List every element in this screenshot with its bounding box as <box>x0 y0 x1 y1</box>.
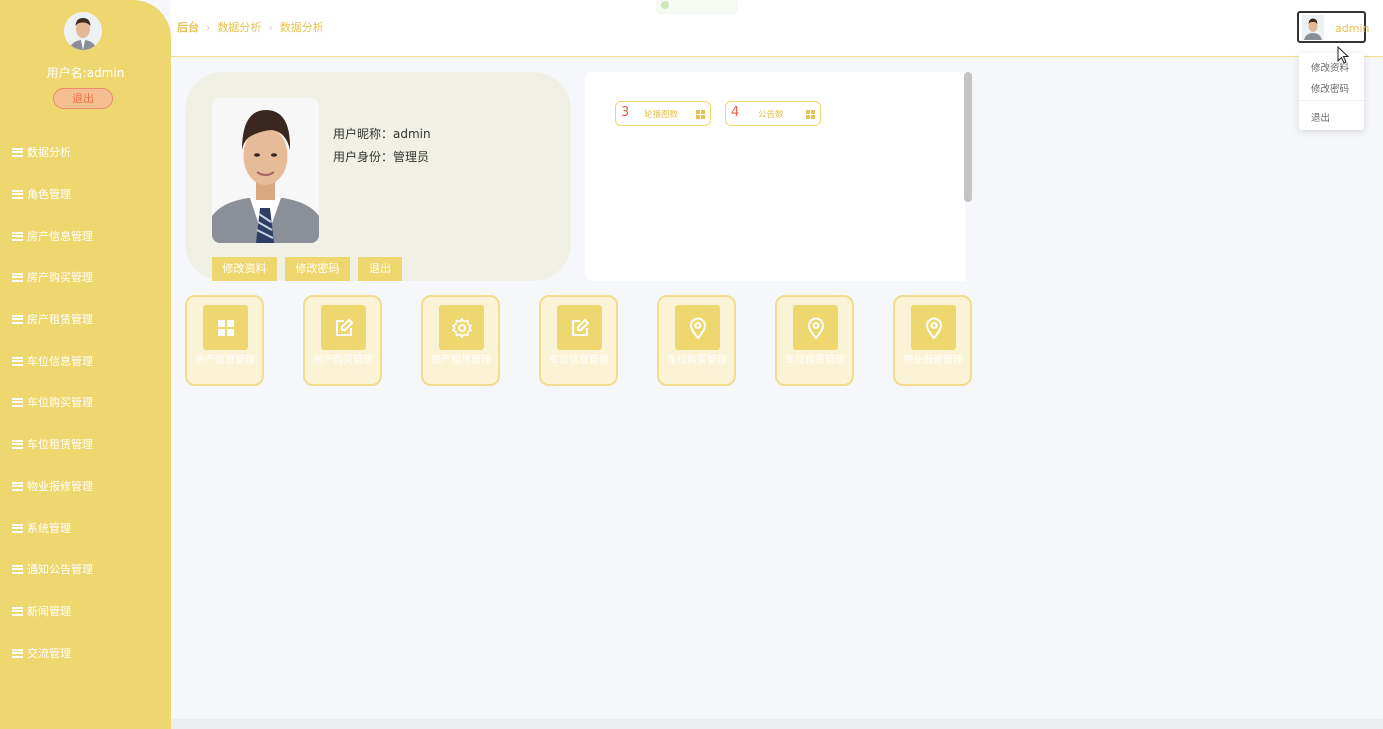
tile-label: 车位租赁管理 <box>785 355 845 366</box>
list-icon <box>12 314 23 324</box>
sidebar-item-system[interactable]: 系统管理 <box>12 518 71 538</box>
avatar <box>1302 15 1324 40</box>
tile-parking-info[interactable]: 车位信息管理 <box>539 295 618 386</box>
chevron-right-icon: › <box>268 20 273 34</box>
dropdown-logout[interactable]: 退出 <box>1311 110 1330 124</box>
breadcrumb: 后台 › 数据分析 › 数据分析 <box>177 19 324 35</box>
sidebar-item-roles[interactable]: 角色管理 <box>12 184 71 204</box>
tile-property-info[interactable]: 房产信息管理 <box>185 295 264 386</box>
edit-icon <box>321 305 366 350</box>
divider <box>1299 100 1364 101</box>
list-icon <box>12 564 23 574</box>
breadcrumb-current: 数据分析 <box>279 21 324 34</box>
sidebar-item-data-analysis[interactable]: 数据分析 <box>12 142 71 162</box>
profile-role: 用户身份：管理员 <box>333 150 430 164</box>
list-icon <box>12 147 23 157</box>
edit-icon <box>557 305 602 350</box>
sidebar-username: 用户名:admin <box>46 66 125 80</box>
sidebar-item-property-rental[interactable]: 房产租赁管理 <box>12 309 93 329</box>
sidebar-item-parking-purchase[interactable]: 车位购买管理 <box>12 392 93 412</box>
tile-property-purchase[interactable]: 房产购买管理 <box>303 295 382 386</box>
stats-card: 3 轮播图数 4 公告数 <box>585 72 965 281</box>
profile-photo <box>212 98 319 243</box>
sidebar-item-label: 角色管理 <box>27 188 71 201</box>
edit-profile-button[interactable]: 修改资料 <box>212 257 277 281</box>
sidebar-item-label: 车位购买管理 <box>27 396 93 409</box>
sidebar-item-label: 通知公告管理 <box>27 563 93 576</box>
list-icon <box>12 397 23 407</box>
sidebar-logout-button[interactable]: 退出 <box>53 88 113 109</box>
grid-icon <box>203 305 248 350</box>
tile-label: 房产信息管理 <box>195 355 255 366</box>
change-password-button[interactable]: 修改密码 <box>285 257 350 281</box>
stat-value: 3 <box>621 105 630 120</box>
stat-value: 4 <box>731 105 740 120</box>
stat-carousel-count[interactable]: 3 轮播图数 <box>615 101 711 126</box>
sidebar-item-property-info[interactable]: 房产信息管理 <box>12 226 93 246</box>
list-icon <box>12 606 23 616</box>
sidebar: 用户名:admin 退出 数据分析 角色管理 房产信息管理 房产购买管理 房产租… <box>0 0 171 729</box>
chevron-right-icon: › <box>206 20 211 34</box>
breadcrumb-home[interactable]: 后台 <box>177 19 199 35</box>
toast-message <box>656 0 738 14</box>
stat-label: 公告数 <box>758 110 784 120</box>
breadcrumb-item[interactable]: 数据分析 <box>217 19 261 35</box>
sidebar-item-label: 数据分析 <box>27 146 71 159</box>
user-menu-name: admin <box>1335 22 1370 35</box>
tile-repairs[interactable]: 物业报修管理 <box>893 295 972 386</box>
sidebar-item-forum[interactable]: 交流管理 <box>12 643 71 663</box>
tile-property-rental[interactable]: 房产租赁管理 <box>421 295 500 386</box>
sidebar-item-label: 新闻管理 <box>27 605 71 618</box>
logout-button[interactable]: 退出 <box>358 257 402 281</box>
sidebar-item-parking-rental[interactable]: 车位租赁管理 <box>12 434 93 454</box>
grid-icon <box>696 110 705 119</box>
stat-notice-count[interactable]: 4 公告数 <box>725 101 821 126</box>
location-pin-icon <box>675 305 720 350</box>
tile-label: 车位信息管理 <box>549 355 609 366</box>
grid-icon <box>806 110 815 119</box>
list-icon <box>12 523 23 533</box>
sidebar-item-label: 房产租赁管理 <box>27 313 93 326</box>
list-icon <box>12 356 23 366</box>
sidebar-item-property-purchase[interactable]: 房产购买管理 <box>12 267 93 287</box>
stat-label: 轮播图数 <box>644 110 679 120</box>
tile-label: 车位购买管理 <box>667 355 727 366</box>
sidebar-item-repairs[interactable]: 物业报修管理 <box>12 476 93 496</box>
avatar[interactable] <box>64 12 102 50</box>
list-icon <box>12 272 23 282</box>
tile-label: 物业报修管理 <box>903 355 963 366</box>
tile-label: 房产租赁管理 <box>431 355 491 366</box>
tile-parking-rental[interactable]: 车位租赁管理 <box>775 295 854 386</box>
bottom-scrollbar-track <box>171 719 1383 729</box>
tile-label: 房产购买管理 <box>313 355 373 366</box>
location-pin-icon <box>793 305 838 350</box>
user-dropdown-menu: 修改资料 修改密码 退出 <box>1299 53 1364 130</box>
sidebar-item-label: 房产购买管理 <box>27 271 93 284</box>
top-header: 后台 › 数据分析 › 数据分析 <box>171 0 1383 57</box>
dropdown-change-password[interactable]: 修改密码 <box>1311 81 1349 95</box>
sidebar-item-label: 房产信息管理 <box>27 230 93 243</box>
sidebar-item-label: 系统管理 <box>27 522 71 535</box>
list-icon <box>12 439 23 449</box>
list-icon <box>12 189 23 199</box>
gear-icon <box>439 305 484 350</box>
location-pin-icon <box>911 305 956 350</box>
sidebar-item-label: 物业报修管理 <box>27 480 93 493</box>
sidebar-item-label: 交流管理 <box>27 647 71 660</box>
sidebar-item-parking-info[interactable]: 车位信息管理 <box>12 351 93 371</box>
tile-parking-purchase[interactable]: 车位购买管理 <box>657 295 736 386</box>
profile-nickname: 用户昵称：admin <box>333 127 431 141</box>
sidebar-item-label: 车位信息管理 <box>27 355 93 368</box>
sidebar-item-label: 车位租赁管理 <box>27 438 93 451</box>
mouse-cursor-icon <box>1337 46 1350 64</box>
sidebar-item-news[interactable]: 新闻管理 <box>12 601 71 621</box>
list-icon <box>12 481 23 491</box>
user-menu-trigger[interactable]: admin <box>1297 11 1370 43</box>
scrollbar[interactable] <box>964 72 972 202</box>
list-icon <box>12 231 23 241</box>
success-icon <box>661 1 669 9</box>
profile-card: 用户昵称：admin 用户身份：管理员 修改资料 修改密码 退出 <box>185 72 571 281</box>
sidebar-item-notices[interactable]: 通知公告管理 <box>12 559 93 579</box>
list-icon <box>12 648 23 658</box>
